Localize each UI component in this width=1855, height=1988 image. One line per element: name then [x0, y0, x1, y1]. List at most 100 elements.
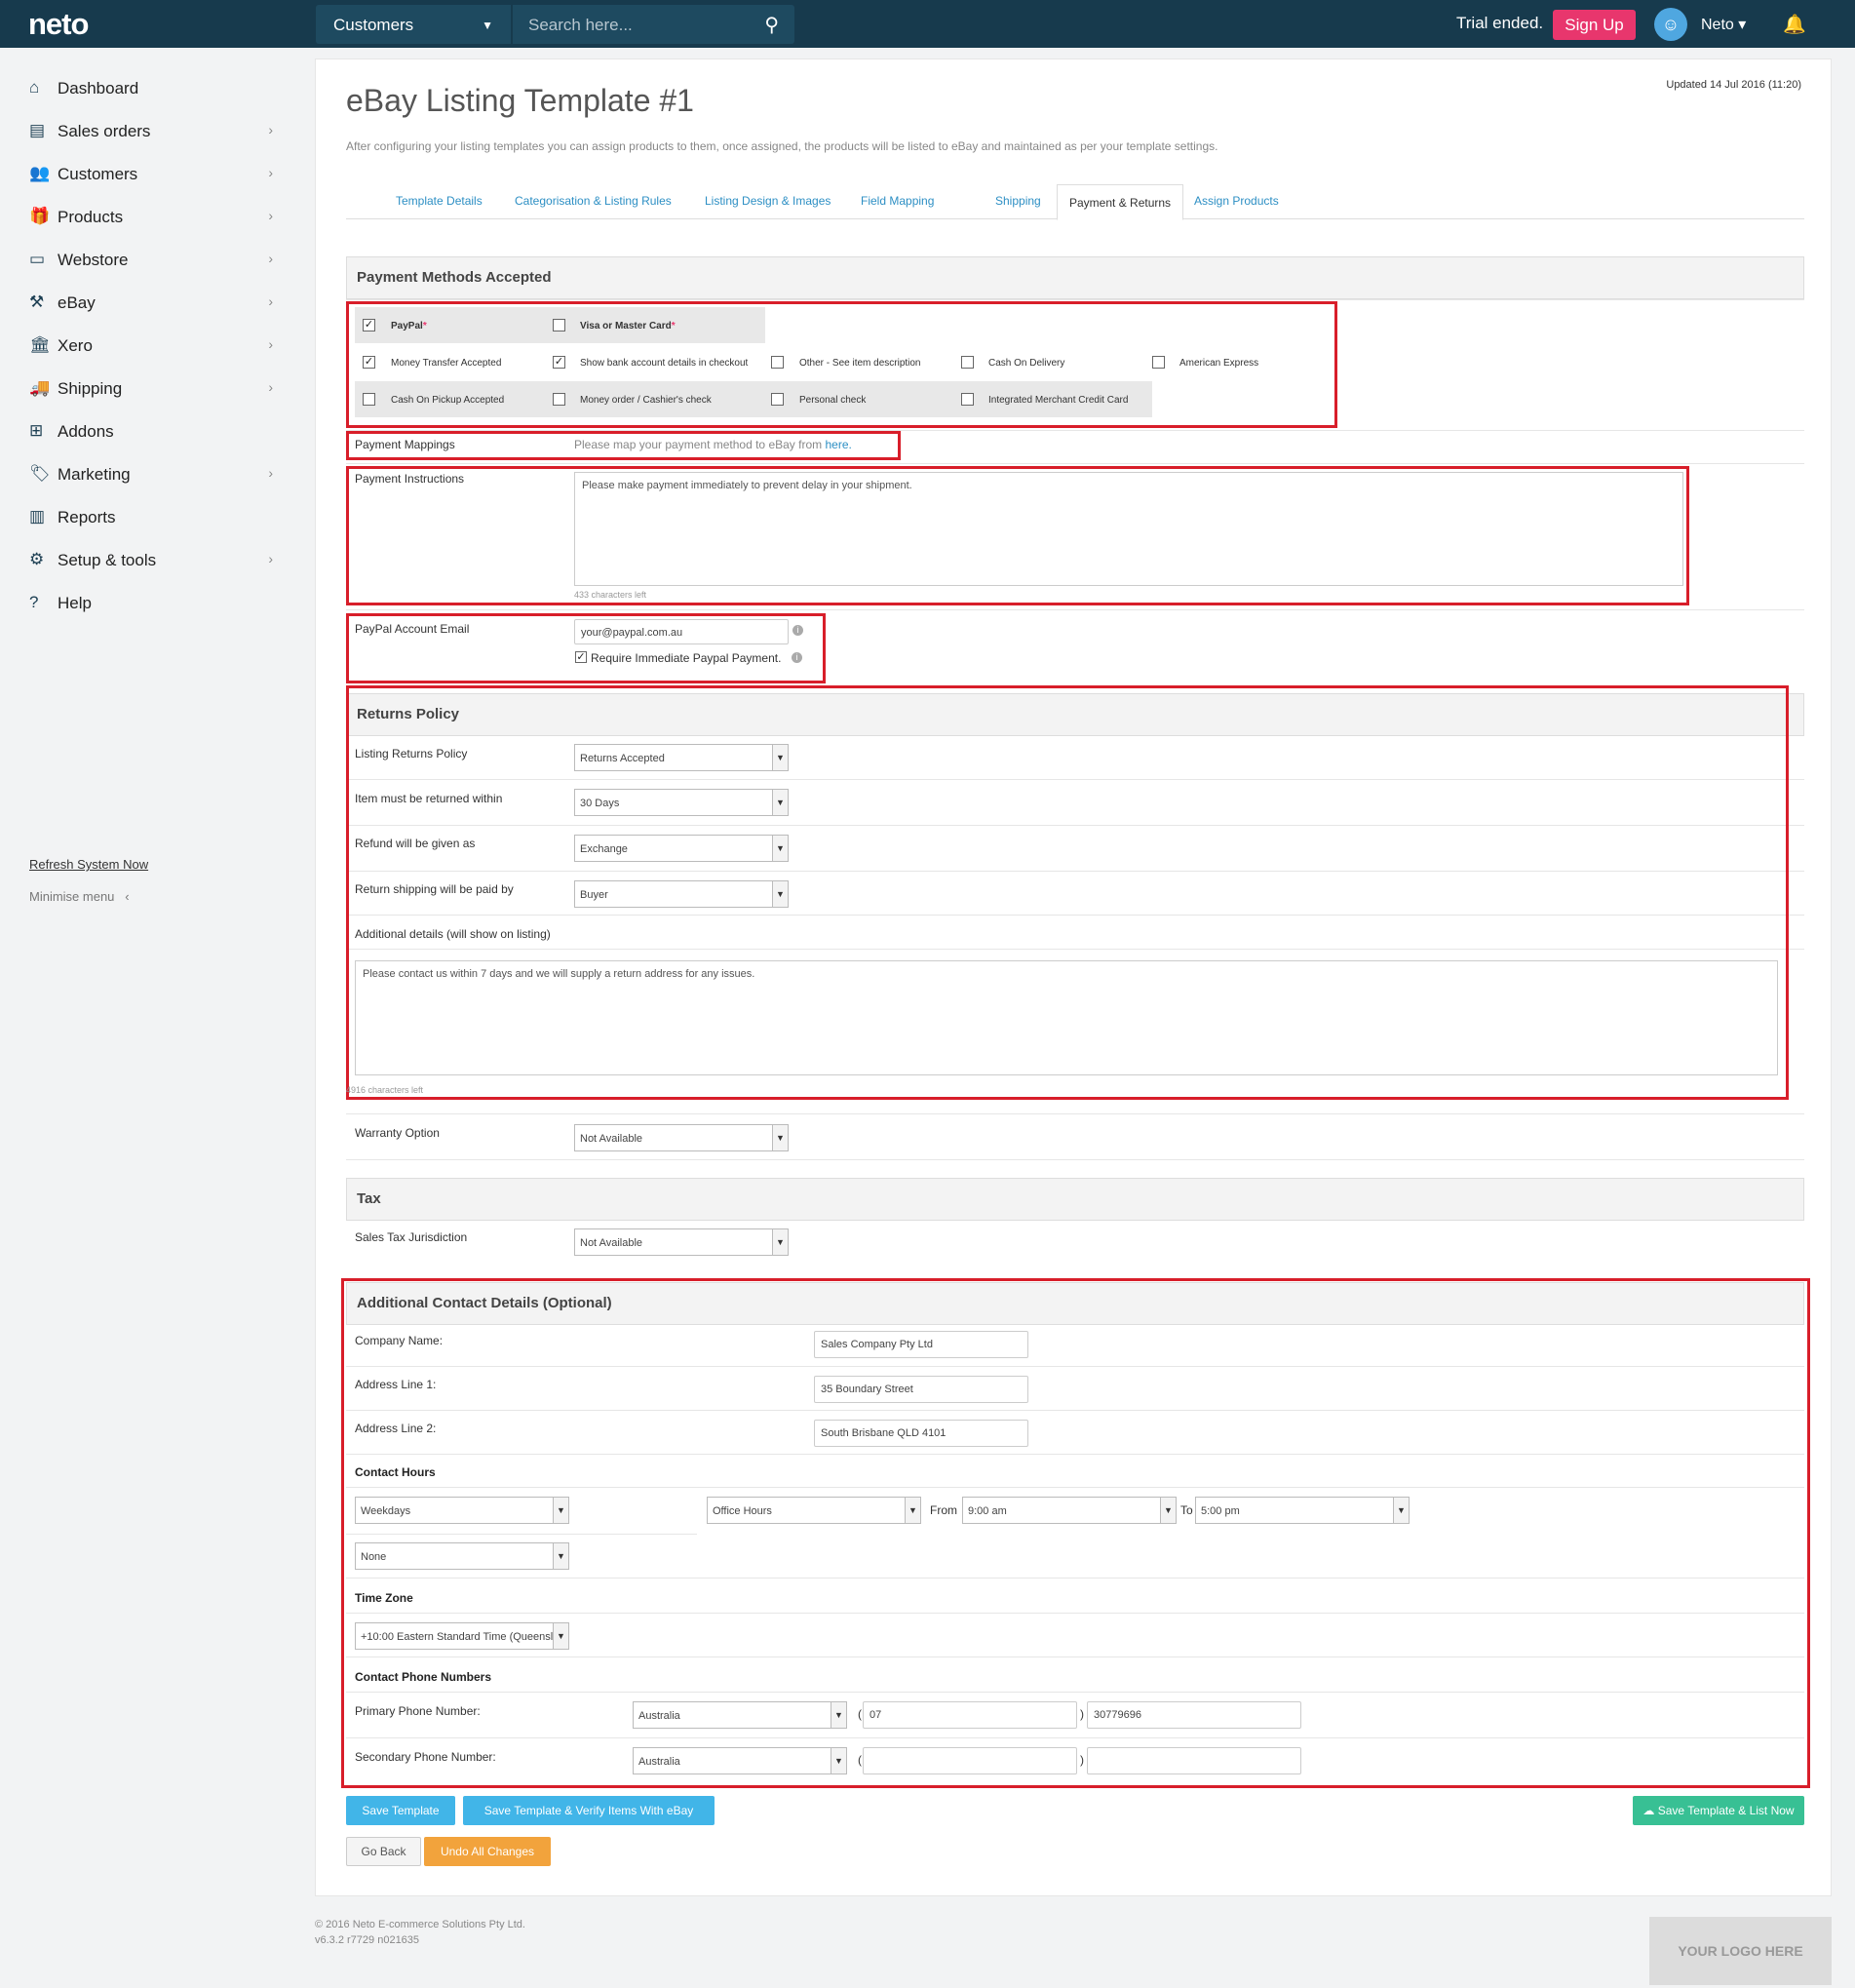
- tab-categorisation[interactable]: Categorisation & Listing Rules: [515, 194, 672, 208]
- help-icon: ?: [29, 593, 39, 611]
- plus-square-icon: ⊞: [29, 421, 44, 440]
- sidebar-item-dashboard[interactable]: ⌂ Dashboard: [29, 74, 273, 103]
- chevron-right-icon: ›: [268, 465, 273, 481]
- chevron-right-icon: ›: [268, 251, 273, 266]
- copyright-text: © 2016 Neto E-commerce Solutions Pty Ltd…: [315, 1919, 525, 1930]
- version-text: v6.3.2 r7729 n021635: [315, 1934, 420, 1946]
- gavel-icon: ⚒: [29, 292, 45, 311]
- search-input[interactable]: Search here... ⚲: [513, 5, 794, 44]
- browser-icon: ▭: [29, 250, 46, 268]
- refresh-system-link[interactable]: Refresh System Now: [29, 857, 148, 872]
- sidebar-item-sales-orders[interactable]: ▤ Sales orders ›: [29, 117, 273, 146]
- save-list-now-button[interactable]: ☁ Save Template & List Now: [1633, 1796, 1804, 1825]
- chevron-right-icon: ›: [268, 379, 273, 395]
- warranty-select[interactable]: Not Available ▼: [574, 1124, 789, 1151]
- user-avatar-icon[interactable]: ☺: [1654, 8, 1687, 41]
- highlight-returns-policy: [346, 685, 1789, 1100]
- chevron-right-icon: ›: [268, 293, 273, 309]
- trial-status: Trial ended.: [1456, 14, 1544, 32]
- chevron-right-icon: ›: [268, 165, 273, 180]
- notification-bell-icon[interactable]: 🔔: [1783, 13, 1806, 36]
- updated-timestamp: Updated 14 Jul 2016 (11:20): [1666, 79, 1801, 91]
- user-name: Neto: [1701, 17, 1734, 33]
- neto-logo[interactable]: neto: [28, 7, 89, 42]
- user-menu[interactable]: Neto ▾: [1701, 15, 1746, 34]
- sidebar-item-setup-tools[interactable]: ⚙ Setup & tools ›: [29, 546, 273, 575]
- highlight-payment-methods: [346, 301, 1337, 428]
- tax-section-header: Tax: [346, 1178, 1804, 1221]
- sidebar-item-help[interactable]: ? Help: [29, 589, 273, 618]
- chevron-down-icon: ▼: [772, 1229, 788, 1255]
- sidebar-item-label: Dashboard: [58, 79, 139, 97]
- sales-tax-select[interactable]: Not Available ▼: [574, 1228, 789, 1256]
- go-back-button[interactable]: Go Back: [346, 1837, 421, 1866]
- save-template-button[interactable]: Save Template: [346, 1796, 455, 1825]
- sign-up-button[interactable]: Sign Up: [1553, 10, 1636, 40]
- tab-assign-products[interactable]: Assign Products: [1194, 194, 1279, 208]
- sidebar-item-label: Webstore: [58, 251, 129, 269]
- sidebar-item-customers[interactable]: 👥 Customers ›: [29, 160, 273, 189]
- search-scope-value: Customers: [333, 16, 414, 34]
- section-title: Tax: [357, 1190, 381, 1207]
- main-panel: eBay Listing Template #1 Updated 14 Jul …: [315, 58, 1832, 1896]
- payment-methods-section-header: Payment Methods Accepted: [346, 256, 1804, 299]
- section-title: Payment Methods Accepted: [357, 269, 552, 286]
- tab-bar: Template Details Categorisation & Listin…: [346, 184, 1804, 220]
- chevron-down-icon: ▼: [482, 19, 493, 32]
- home-icon: ⌂: [29, 78, 40, 97]
- sidebar-item-label: Setup & tools: [58, 551, 157, 569]
- sidebar-item-label: Addons: [58, 422, 114, 441]
- chevron-right-icon: ›: [268, 208, 273, 223]
- chevron-right-icon: ›: [268, 336, 273, 352]
- minimise-menu-label: Minimise menu: [29, 889, 115, 904]
- warranty-label: Warranty Option: [355, 1126, 440, 1140]
- search-icon[interactable]: ⚲: [764, 13, 779, 37]
- sidebar-item-addons[interactable]: ⊞ Addons: [29, 417, 273, 447]
- sidebar-item-label: Reports: [58, 508, 116, 526]
- sidebar-item-label: Products: [58, 208, 124, 226]
- save-verify-button[interactable]: Save Template & Verify Items With eBay: [463, 1796, 715, 1825]
- minimise-menu-button[interactable]: Minimise menu ‹: [29, 889, 130, 904]
- sidebar-item-marketing[interactable]: 🏷 Marketing ›: [29, 460, 273, 489]
- highlight-payment-mappings: [346, 431, 901, 460]
- sidebar-item-label: Xero: [58, 336, 93, 355]
- sidebar-item-shipping[interactable]: 🚚 Shipping ›: [29, 374, 273, 404]
- sidebar-item-label: Sales orders: [58, 122, 151, 140]
- sidebar-item-ebay[interactable]: ⚒ eBay ›: [29, 289, 273, 318]
- sidebar-item-label: Customers: [58, 165, 138, 183]
- tab-field-mapping[interactable]: Field Mapping: [861, 194, 934, 208]
- tag-icon: 🏷: [29, 464, 51, 483]
- search-scope-select[interactable]: Customers ▼: [316, 5, 511, 44]
- gear-icon: ⚙: [29, 550, 45, 568]
- chevron-down-icon: ▼: [772, 1125, 788, 1150]
- tab-listing-design[interactable]: Listing Design & Images: [705, 194, 831, 208]
- details-char-count: 4916 characters left: [346, 1085, 424, 1095]
- people-icon: 👥: [29, 164, 51, 182]
- chevron-right-icon: ›: [268, 122, 273, 137]
- sales-tax-label: Sales Tax Jurisdiction: [355, 1230, 468, 1244]
- page-intro: After configuring your listing templates…: [346, 139, 1218, 153]
- sidebar-item-label: eBay: [58, 293, 96, 312]
- tab-template-details[interactable]: Template Details: [396, 194, 483, 208]
- sidebar-item-label: Help: [58, 594, 92, 612]
- tab-shipping[interactable]: Shipping: [995, 194, 1041, 208]
- sidebar-item-webstore[interactable]: ▭ Webstore ›: [29, 246, 273, 275]
- sidebar-item-label: Marketing: [58, 465, 131, 484]
- highlight-paypal-email: [346, 613, 826, 683]
- sidebar-item-reports[interactable]: ▥ Reports: [29, 503, 273, 532]
- sidebar-item-products[interactable]: 🎁 Products ›: [29, 203, 273, 232]
- document-icon: ▤: [29, 121, 46, 139]
- tab-payment-returns[interactable]: Payment & Returns: [1057, 184, 1184, 220]
- highlight-payment-instructions: [346, 466, 1689, 605]
- cloud-upload-icon: ☁: [1642, 1804, 1658, 1817]
- page-title: eBay Listing Template #1: [346, 83, 694, 118]
- search-placeholder: Search here...: [528, 16, 633, 34]
- undo-changes-button[interactable]: Undo All Changes: [424, 1837, 551, 1866]
- logo-placeholder: YOUR LOGO HERE: [1649, 1917, 1832, 1985]
- gift-icon: 🎁: [29, 207, 51, 225]
- truck-icon: 🚚: [29, 378, 51, 397]
- bar-chart-icon: ▥: [29, 507, 46, 526]
- top-bar: neto Customers ▼ Search here... ⚲ Trial en…: [0, 0, 1855, 48]
- bank-icon: 🏛: [29, 335, 51, 354]
- sidebar-item-xero[interactable]: 🏛 Xero ›: [29, 331, 273, 361]
